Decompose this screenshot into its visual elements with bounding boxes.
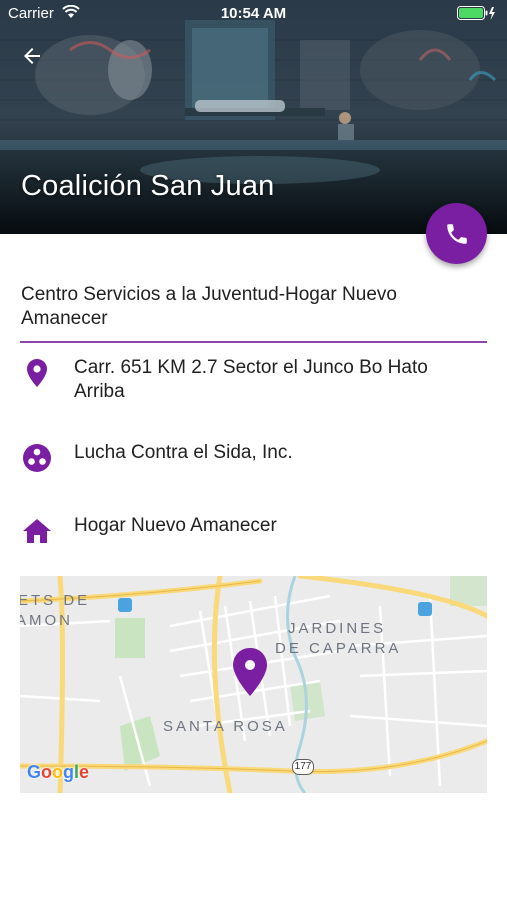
organization-name: Centro Servicios a la Juventud-Hogar Nue… (21, 284, 397, 329)
route-177-badge: 177 (292, 759, 314, 775)
phone-icon (446, 223, 467, 244)
page-title: Coalición San Juan (21, 170, 275, 202)
location-map[interactable]: ETS DE AMON JARDINES DE CAPARRA SANTA RO… (20, 576, 487, 793)
workspaces-icon (20, 441, 54, 475)
home-icon (20, 514, 54, 548)
status-bar: Carrier 10:54 AM (0, 0, 507, 27)
map-label-amon: AMON (20, 612, 73, 629)
call-button[interactable] (426, 203, 487, 264)
affiliation-row: Lucha Contra el Sida, Inc. (20, 441, 490, 475)
divider (20, 341, 487, 343)
google-logo: Google (27, 762, 90, 782)
map-label-caparra: DE CAPARRA (275, 640, 402, 657)
back-button[interactable] (14, 38, 50, 74)
location-pin-icon (20, 356, 54, 390)
arrow-back-icon (24, 48, 40, 64)
address-row[interactable]: Carr. 651 KM 2.7 Sector el Junco Bo Hato… (20, 356, 490, 404)
program-row: Hogar Nuevo Amanecer (20, 514, 490, 548)
map-label-santa-rosa: SANTA ROSA (163, 718, 288, 735)
map-label-jardines: JARDINES (288, 620, 387, 637)
map-label-ets-de: ETS DE (20, 592, 91, 609)
address-text: Carr. 651 KM 2.7 Sector el Junco Bo Hato… (74, 357, 428, 402)
battery-icon (457, 6, 497, 25)
header-image: Carrier 10:54 AM Coalición San Juan (0, 0, 507, 234)
affiliation-text: Lucha Contra el Sida, Inc. (74, 442, 293, 463)
status-time: 10:54 AM (220, 5, 287, 22)
program-text: Hogar Nuevo Amanecer (74, 515, 277, 536)
